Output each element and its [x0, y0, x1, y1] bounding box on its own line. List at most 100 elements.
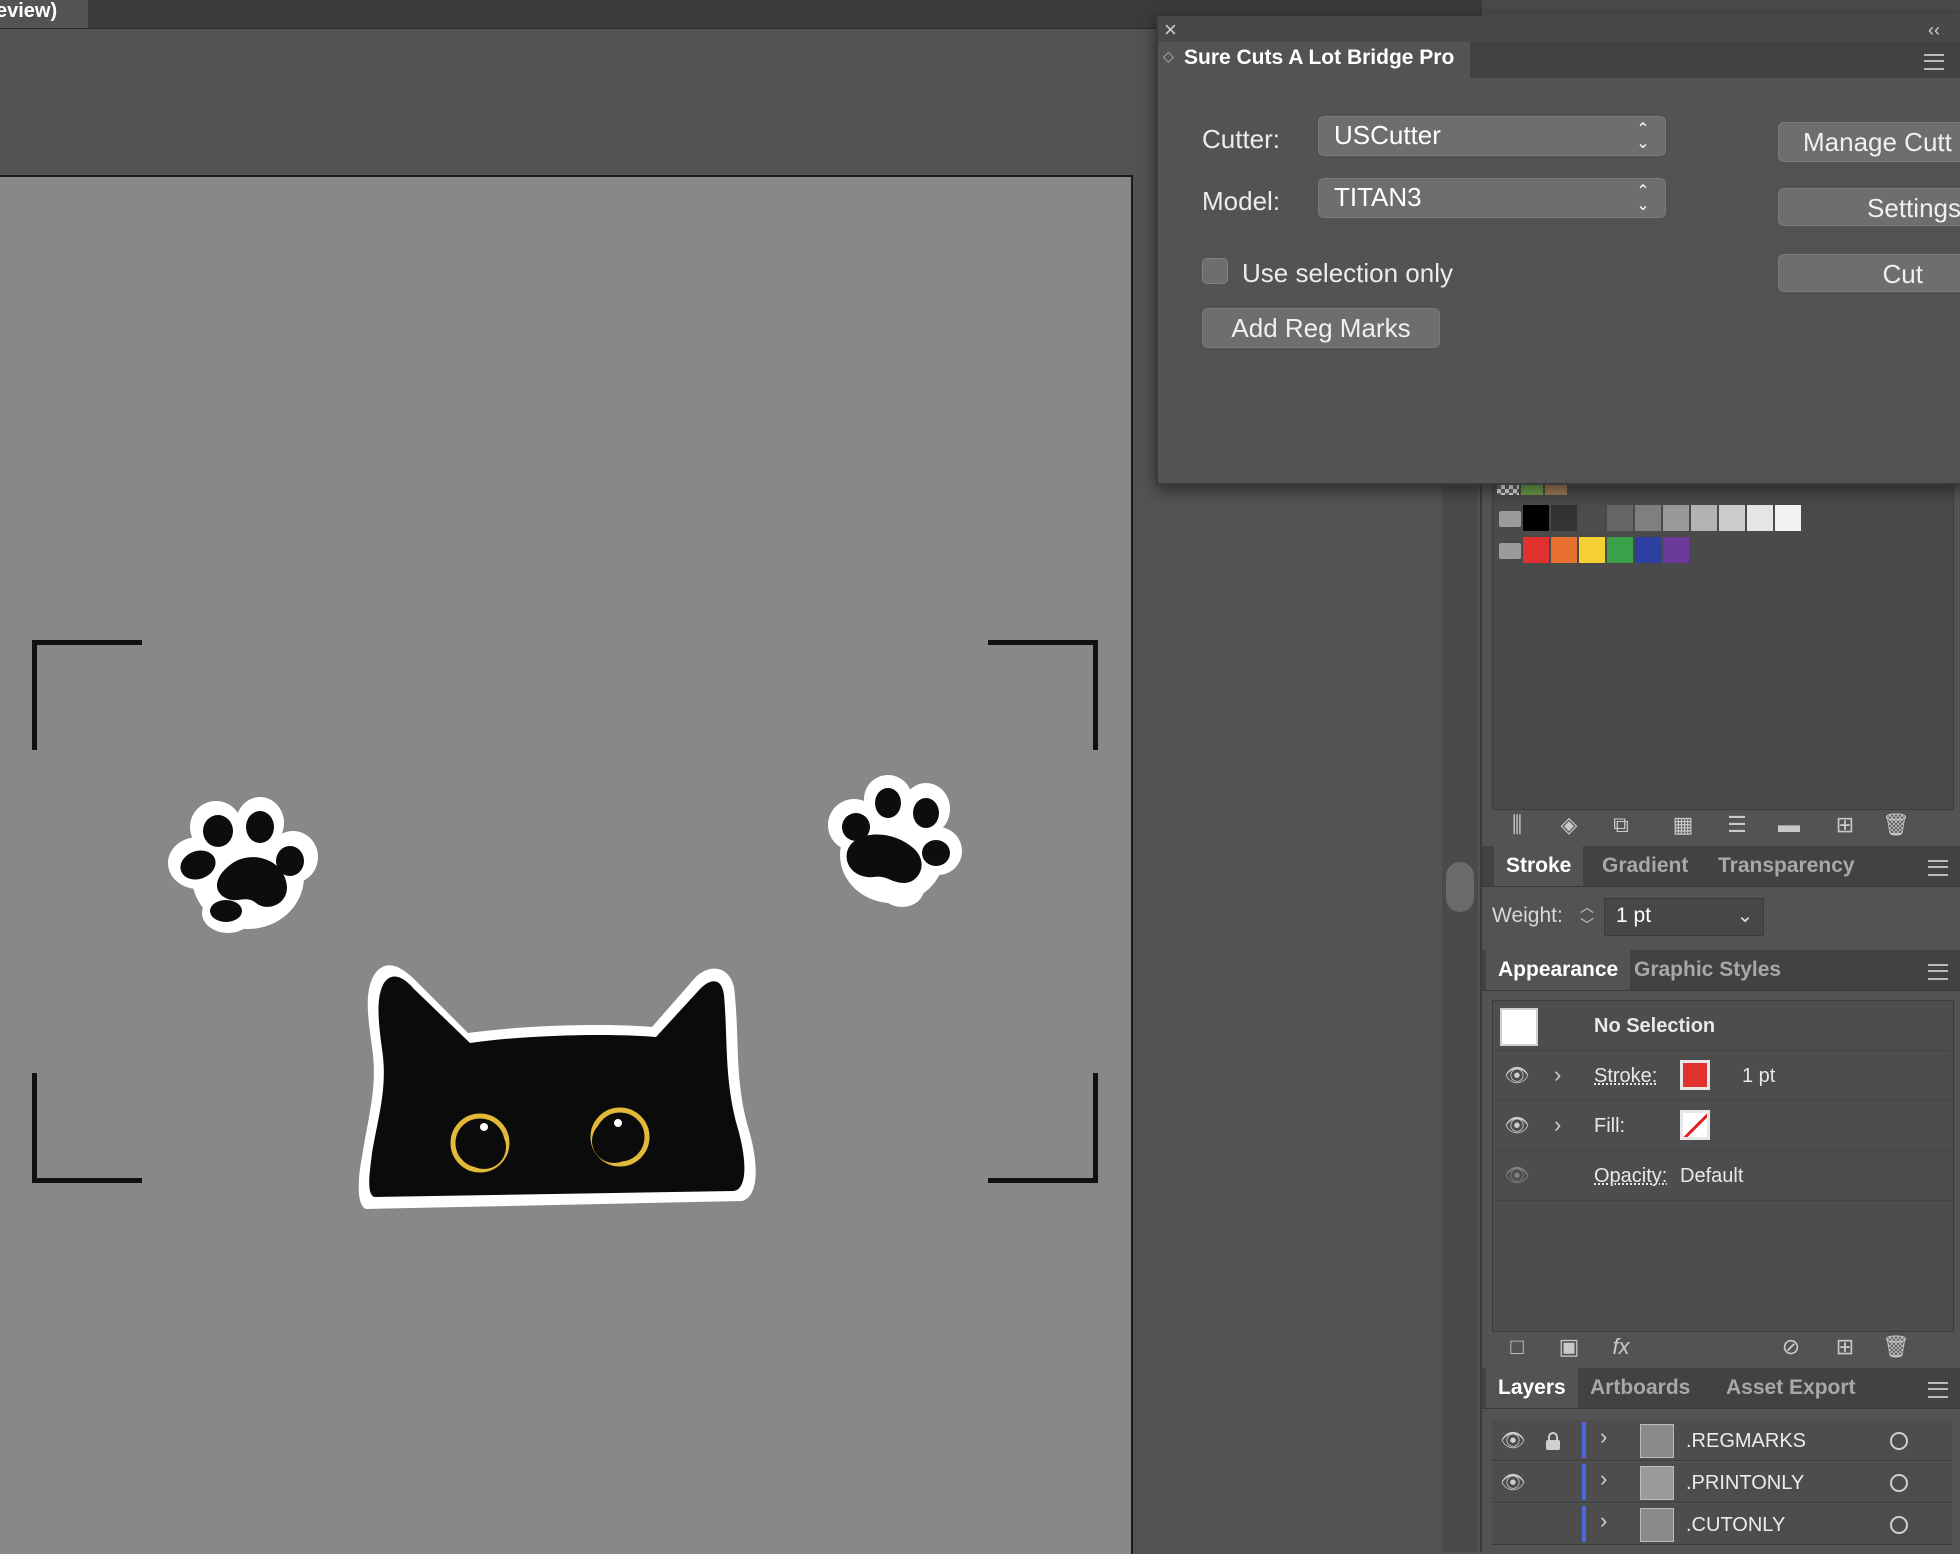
layer-color-bar: [1582, 1422, 1586, 1458]
layer-target-icon[interactable]: [1890, 1474, 1908, 1492]
color-swatch[interactable]: [1747, 505, 1773, 531]
new-color-group-grid-icon[interactable]: ▦: [1670, 812, 1696, 838]
reg-mark-bottom-right[interactable]: [988, 1073, 1098, 1183]
panel-menu-icon[interactable]: [1928, 964, 1948, 980]
eye-icon[interactable]: 👁: [1502, 1066, 1532, 1086]
chevron-right-icon[interactable]: ›: [1554, 1062, 1561, 1088]
new-color-group-folder-icon[interactable]: ▬: [1776, 812, 1802, 838]
panel-menu-icon[interactable]: [1928, 1382, 1948, 1398]
eye-icon[interactable]: 👁: [1498, 1431, 1528, 1451]
reg-mark-bottom-left[interactable]: [32, 1073, 142, 1183]
paw-sticker-right[interactable]: [826, 775, 966, 910]
color-swatch[interactable]: [1579, 505, 1605, 531]
panel-menu-icon[interactable]: [1928, 860, 1948, 876]
reg-mark-top-right[interactable]: [988, 640, 1098, 750]
swatch-options-icon[interactable]: ⧉: [1608, 812, 1634, 838]
tab-artboards[interactable]: Artboards: [1578, 1368, 1702, 1408]
reg-mark-top-left[interactable]: [32, 640, 142, 750]
tab-stroke[interactable]: Stroke: [1494, 846, 1584, 886]
stroke-color-swatch[interactable]: [1680, 1060, 1710, 1090]
layer-thumbnail: [1640, 1508, 1674, 1542]
layers-panel-tabs: Layers Artboards Asset Export: [1482, 1368, 1960, 1409]
settings-button[interactable]: Settings: [1778, 188, 1960, 226]
use-selection-checkbox[interactable]: [1202, 258, 1228, 284]
color-swatch[interactable]: [1635, 505, 1661, 531]
layer-name[interactable]: .REGMARKS: [1686, 1430, 1806, 1453]
weight-dropdown-icon[interactable]: ⌄: [1728, 898, 1762, 934]
fx-icon[interactable]: fx: [1608, 1334, 1634, 1360]
manage-cutters-button[interactable]: Manage Cutt: [1778, 122, 1960, 162]
paw-sticker-left[interactable]: [168, 795, 318, 935]
fill-label[interactable]: Fill:: [1594, 1115, 1625, 1138]
model-value[interactable]: TITAN3: [1334, 182, 1422, 213]
show-swatch-kinds-icon[interactable]: ◈: [1556, 812, 1582, 838]
clear-appearance-icon[interactable]: ⊘: [1778, 1334, 1804, 1360]
opacity-label[interactable]: Opacity:: [1594, 1165, 1667, 1188]
layer-name[interactable]: .CUTONLY: [1686, 1514, 1785, 1537]
layer-name[interactable]: .PRINTONLY: [1686, 1472, 1804, 1495]
color-swatch[interactable]: [1775, 505, 1801, 531]
delete-item-icon[interactable]: 🗑: [1882, 1334, 1910, 1360]
scal-panel-header[interactable]: [1158, 16, 1960, 42]
color-swatch[interactable]: [1579, 537, 1605, 563]
eye-icon[interactable]: 👁: [1502, 1166, 1532, 1186]
tab-appearance[interactable]: Appearance: [1486, 950, 1631, 990]
weight-stepper-icon[interactable]: ︿ ﹀: [1572, 898, 1602, 936]
delete-swatch-icon[interactable]: 🗑: [1882, 812, 1910, 838]
color-swatch[interactable]: [1607, 537, 1633, 563]
use-selection-label[interactable]: Use selection only: [1242, 258, 1453, 289]
color-swatch[interactable]: [1523, 537, 1549, 563]
new-swatch-icon[interactable]: ⊞: [1832, 812, 1858, 838]
appearance-fill-row[interactable]: [1494, 1102, 1950, 1151]
layer-target-icon[interactable]: [1890, 1432, 1908, 1450]
color-swatch[interactable]: [1551, 505, 1577, 531]
swatch-libraries-icon[interactable]: ⫼: [1504, 812, 1530, 838]
document-tab[interactable]: eview): [0, 0, 88, 28]
appearance-stroke-row[interactable]: [1494, 1052, 1950, 1101]
artboard[interactable]: [0, 175, 1133, 1554]
weight-value[interactable]: 1 pt: [1616, 904, 1651, 928]
panel-expand-icon[interactable]: ◇: [1163, 48, 1174, 65]
eye-icon[interactable]: 👁: [1502, 1116, 1532, 1136]
fill-none-swatch[interactable]: [1680, 1110, 1710, 1140]
cutter-value[interactable]: USCutter: [1334, 120, 1441, 151]
cat-sticker[interactable]: [356, 957, 758, 1217]
model-label: Model:: [1202, 186, 1281, 216]
select-arrows-icon[interactable]: ⌃ ⌄: [1635, 184, 1651, 214]
tab-graphic-styles[interactable]: Graphic Styles: [1622, 950, 1793, 990]
eye-icon[interactable]: 👁: [1498, 1473, 1528, 1493]
selection-thumbnail: [1500, 1008, 1538, 1046]
tab-transparency[interactable]: Transparency: [1706, 846, 1867, 886]
canvas-scrollbar[interactable]: [1442, 480, 1478, 1552]
add-reg-marks-button[interactable]: Add Reg Marks: [1202, 308, 1440, 348]
add-new-stroke-icon[interactable]: □: [1504, 1334, 1530, 1360]
chevron-right-icon[interactable]: ›: [1600, 1508, 1607, 1534]
close-icon[interactable]: ×: [1164, 18, 1177, 42]
stroke-label[interactable]: Stroke:: [1594, 1065, 1657, 1088]
select-arrows-icon[interactable]: ⌃ ⌄: [1635, 122, 1651, 152]
stroke-weight-value[interactable]: 1 pt: [1742, 1065, 1775, 1088]
canvas-scrollbar-thumb[interactable]: [1446, 862, 1474, 912]
layer-target-icon[interactable]: [1890, 1516, 1908, 1534]
chevron-right-icon[interactable]: ›: [1554, 1112, 1561, 1138]
swatch-list-icon[interactable]: ☰: [1724, 812, 1750, 838]
color-swatch[interactable]: [1607, 505, 1633, 531]
color-swatch[interactable]: [1663, 537, 1689, 563]
tab-layers[interactable]: Layers: [1486, 1368, 1578, 1408]
chevron-right-icon[interactable]: ›: [1600, 1424, 1607, 1450]
color-swatch[interactable]: [1719, 505, 1745, 531]
color-swatch[interactable]: [1691, 505, 1717, 531]
add-new-fill-icon[interactable]: ▣: [1556, 1334, 1582, 1360]
color-swatch[interactable]: [1551, 537, 1577, 563]
duplicate-item-icon[interactable]: ⊞: [1832, 1334, 1858, 1360]
color-swatch[interactable]: [1663, 505, 1689, 531]
color-swatch[interactable]: [1635, 537, 1661, 563]
lock-icon[interactable]: [1546, 1432, 1560, 1450]
tab-asset-export[interactable]: Asset Export: [1714, 1368, 1868, 1408]
color-swatch[interactable]: [1523, 505, 1549, 531]
tab-gradient[interactable]: Gradient: [1590, 846, 1700, 886]
chevron-right-icon[interactable]: ›: [1600, 1466, 1607, 1492]
collapse-icon[interactable]: ‹‹: [1928, 18, 1940, 42]
cut-button[interactable]: Cut: [1778, 254, 1960, 292]
panel-menu-icon[interactable]: [1924, 54, 1944, 70]
